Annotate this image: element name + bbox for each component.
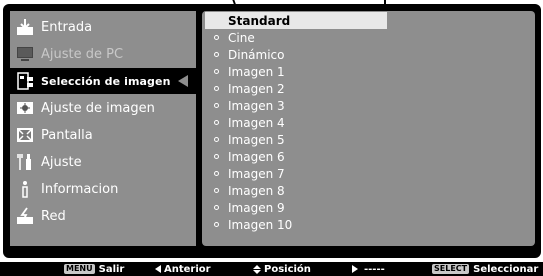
menu-item-label: Ajuste de imagen <box>41 100 155 116</box>
image-mode-list: Standard Cine Dinámico Imagen 1 Imagen 2… <box>202 11 535 246</box>
bullet-icon <box>214 188 219 193</box>
bullet-icon <box>214 35 219 40</box>
key-guide-bar: MENU Salir Anterior Posición ----- SELEC… <box>0 262 543 276</box>
back-label: Anterior <box>164 263 211 275</box>
menu-item-red[interactable]: Red <box>10 203 196 229</box>
option-imagen-4[interactable]: Imagen 4 <box>202 114 535 131</box>
option-label: Imagen 1 <box>228 64 285 79</box>
menu-item-label: Ajuste de PC <box>41 46 124 62</box>
select-key-badge: SELECT <box>432 264 470 274</box>
option-imagen-3[interactable]: Imagen 3 <box>202 97 535 114</box>
option-imagen-8[interactable]: Imagen 8 <box>202 182 535 199</box>
option-dinamico[interactable]: Dinámico <box>202 46 535 63</box>
option-label: Imagen 6 <box>228 149 285 164</box>
option-label: Imagen 10 <box>228 217 293 232</box>
menu-item-ajuste-pc[interactable]: Ajuste de PC <box>10 41 196 67</box>
bullet-icon <box>214 52 219 57</box>
option-imagen-10[interactable]: Imagen 10 <box>202 216 535 233</box>
menu-item-label: Selección de imagen <box>41 74 171 88</box>
main-menu: Entrada Ajuste de PC Selección de imagen… <box>10 11 196 246</box>
menu-item-entrada[interactable]: Entrada <box>10 14 196 40</box>
info-icon <box>15 180 34 199</box>
option-cine[interactable]: Cine <box>202 29 535 46</box>
option-label: Imagen 3 <box>228 98 285 113</box>
menu-key-badge: MENU <box>64 264 95 274</box>
next-label: ----- <box>364 263 385 275</box>
setting-icon <box>15 153 34 172</box>
option-imagen-1[interactable]: Imagen 1 <box>202 63 535 80</box>
menu-item-ajuste[interactable]: Ajuste <box>10 149 196 175</box>
option-imagen-7[interactable]: Imagen 7 <box>202 165 535 182</box>
bullet-icon <box>214 86 219 91</box>
option-label: Standard <box>228 13 291 28</box>
option-label: Imagen 2 <box>228 81 285 96</box>
select-hint: SELECT Seleccionar <box>432 263 538 275</box>
option-imagen-6[interactable]: Imagen 6 <box>202 148 535 165</box>
left-arrow-icon <box>155 265 161 273</box>
menu-item-label: Red <box>41 208 66 224</box>
up-down-arrow-icon <box>253 264 261 274</box>
bullet-icon <box>214 171 219 176</box>
pc-icon <box>15 45 34 64</box>
bullet-icon <box>214 222 219 227</box>
exit-hint: MENU Salir <box>64 263 124 275</box>
option-label: Dinámico <box>228 47 285 62</box>
select-label: Seleccionar <box>473 263 539 275</box>
next-hint: ----- <box>352 263 385 275</box>
option-label: Imagen 4 <box>228 115 285 130</box>
image-adjust-icon <box>15 99 34 118</box>
position-label: Posición <box>264 263 311 275</box>
bullet-icon <box>214 137 219 142</box>
menu-item-pantalla[interactable]: Pantalla <box>10 122 196 148</box>
option-imagen-9[interactable]: Imagen 9 <box>202 199 535 216</box>
option-label: Imagen 8 <box>228 183 285 198</box>
bullet-icon <box>214 69 219 74</box>
right-arrow-icon <box>352 265 358 273</box>
screen-icon <box>15 126 34 145</box>
bullet-icon <box>214 205 219 210</box>
bullet-icon <box>214 120 219 125</box>
option-label: Imagen 9 <box>228 200 285 215</box>
bullet-icon <box>214 154 219 159</box>
position-hint: Posición <box>253 263 311 275</box>
option-imagen-5[interactable]: Imagen 5 <box>202 131 535 148</box>
option-imagen-2[interactable]: Imagen 2 <box>202 80 535 97</box>
menu-item-informacion[interactable]: Informacion <box>10 176 196 202</box>
network-icon <box>15 207 34 226</box>
menu-item-seleccion-imagen[interactable]: Selección de imagen <box>10 68 196 94</box>
bullet-icon <box>214 103 219 108</box>
exit-label: Salir <box>98 263 125 275</box>
menu-item-label: Entrada <box>41 19 93 35</box>
option-label: Imagen 7 <box>228 166 285 181</box>
submenu-arrow-icon <box>178 75 188 87</box>
menu-item-label: Ajuste <box>41 154 82 170</box>
image-select-icon <box>15 72 34 91</box>
menu-item-label: Pantalla <box>41 127 93 143</box>
option-label: Imagen 5 <box>228 132 285 147</box>
back-hint: Anterior <box>155 263 211 275</box>
input-icon <box>15 18 34 37</box>
osd-menu: Entrada Ajuste de PC Selección de imagen… <box>3 4 541 258</box>
menu-item-ajuste-imagen[interactable]: Ajuste de imagen <box>10 95 196 121</box>
option-label: Cine <box>228 30 255 45</box>
menu-item-label: Informacion <box>41 181 119 197</box>
option-standard[interactable]: Standard <box>205 12 387 29</box>
